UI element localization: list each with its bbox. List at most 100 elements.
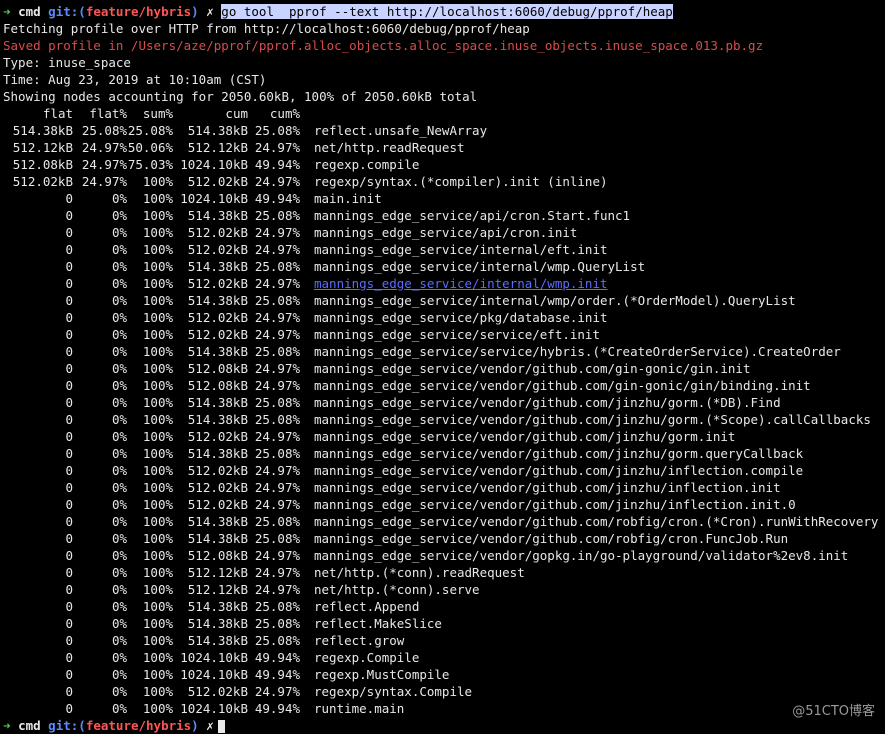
table-row: 0 0% 100% 512.02kB 24.97% mannings_edge_servi… bbox=[3, 326, 885, 343]
cell-function-name[interactable]: mannings_edge_service/internal/wmp.init bbox=[300, 275, 608, 292]
cell-function-name: mannings_edge_service/vendor/gopkg.in/go… bbox=[314, 548, 849, 563]
cell-cum-pct: 24.97% bbox=[254, 684, 300, 699]
cell-flat: 514.38kB bbox=[12, 123, 73, 138]
cell-function-name: regexp/syntax.Compile bbox=[314, 684, 473, 699]
cell-flat: 0 bbox=[65, 650, 73, 665]
cell-sum-pct: 100% bbox=[142, 395, 173, 410]
table-row: 512.12kB 24.97% 50.06% 512.12kB 24.97% net/ht… bbox=[3, 139, 885, 156]
cell-sum-pct: 25.08% bbox=[127, 123, 173, 138]
cell-function-name: mannings_edge_service/pkg/database.init bbox=[314, 310, 608, 325]
cell-flat-pct: 0% bbox=[111, 259, 127, 274]
cell-flat-pct: 0% bbox=[111, 599, 127, 614]
cell-function-name: mannings_edge_service/vendor/github.com/… bbox=[314, 531, 789, 546]
cell-cum-pct: 24.97% bbox=[254, 582, 300, 597]
header-cum-pct: cum% bbox=[269, 106, 300, 121]
cell-function-name: mannings_edge_service/vendor/github.com/… bbox=[314, 446, 804, 461]
cell-flat-pct: 0% bbox=[111, 327, 127, 342]
cell-sum-pct: 100% bbox=[142, 565, 173, 580]
cell-flat: 0 bbox=[65, 395, 73, 410]
prompt-arrow-icon: ➜ bbox=[3, 4, 11, 19]
cell-flat-pct: 24.97% bbox=[81, 157, 127, 172]
cell-sum-pct: 100% bbox=[142, 616, 173, 631]
cell-cum: 512.02kB bbox=[187, 684, 248, 699]
terminal[interactable]: ➜ cmd git:(feature/hybris) ✗ go tool ppr… bbox=[3, 3, 885, 734]
table-row: 0 0% 100% 512.08kB 24.97% mannings_edge_servi… bbox=[3, 547, 885, 564]
cell-cum-pct: 24.97% bbox=[254, 327, 300, 342]
cell-flat: 0 bbox=[65, 293, 73, 308]
cell-cum: 512.02kB bbox=[187, 174, 248, 189]
cell-cum-pct: 24.97% bbox=[254, 378, 300, 393]
cell-cum: 512.02kB bbox=[187, 310, 248, 325]
cell-cum-pct: 24.97% bbox=[254, 480, 300, 495]
terminal-cursor[interactable] bbox=[217, 720, 225, 733]
cell-sum-pct: 100% bbox=[142, 242, 173, 257]
cell-flat: 512.12kB bbox=[12, 140, 73, 155]
table-row: 0 0% 100% 514.38kB 25.08% mannings_edge_servi… bbox=[3, 292, 885, 309]
cell-cum-pct: 24.97% bbox=[254, 565, 300, 580]
command-text-selected[interactable]: go tool pprof --text http://localhost:60… bbox=[221, 4, 673, 19]
cell-cum-pct: 25.08% bbox=[254, 412, 300, 427]
cell-cum-pct: 24.97% bbox=[254, 310, 300, 325]
cell-cum: 514.38kB bbox=[187, 395, 248, 410]
cell-function-name: mannings_edge_service/vendor/github.com/… bbox=[314, 395, 781, 410]
cell-sum-pct: 100% bbox=[142, 259, 173, 274]
cell-flat-pct: 0% bbox=[111, 480, 127, 495]
cell-flat: 0 bbox=[65, 701, 73, 716]
cell-flat-pct: 0% bbox=[111, 463, 127, 478]
cell-flat: 0 bbox=[65, 514, 73, 529]
cell-cum: 514.38kB bbox=[187, 344, 248, 359]
cell-function-name: mannings_edge_service/internal/eft.init bbox=[314, 242, 608, 257]
cell-function-name: reflect.unsafe_NewArray bbox=[314, 123, 488, 138]
watermark: @51CTO博客 bbox=[792, 704, 875, 719]
cell-flat-pct: 0% bbox=[111, 701, 127, 716]
cell-flat: 512.02kB bbox=[12, 174, 73, 189]
cell-cum: 1024.10kB bbox=[180, 650, 248, 665]
table-row: 0 0% 100% 514.38kB 25.08% mannings_edge_servi… bbox=[3, 530, 885, 547]
cell-function-name: reflect.grow bbox=[314, 633, 405, 648]
cell-function-name: mannings_edge_service/api/cron.init bbox=[314, 225, 578, 240]
cell-cum: 514.38kB bbox=[187, 514, 248, 529]
cell-sum-pct: 100% bbox=[142, 225, 173, 240]
cell-flat: 0 bbox=[65, 242, 73, 257]
table-row: 0 0% 100% 514.38kB 25.08% mannings_edge_servi… bbox=[3, 343, 885, 360]
cell-cum-pct: 49.94% bbox=[254, 701, 300, 716]
cell-cum: 512.08kB bbox=[187, 361, 248, 376]
prompt-cwd: cmd bbox=[18, 718, 41, 733]
cell-flat-pct: 0% bbox=[111, 242, 127, 257]
cell-sum-pct: 100% bbox=[142, 191, 173, 206]
cell-function-name: mannings_edge_service/vendor/github.com/… bbox=[314, 497, 796, 512]
cell-sum-pct: 100% bbox=[142, 531, 173, 546]
cell-flat-pct: 0% bbox=[111, 497, 127, 512]
cell-flat: 0 bbox=[65, 225, 73, 240]
cell-flat: 0 bbox=[65, 582, 73, 597]
cell-flat-pct: 0% bbox=[111, 565, 127, 580]
cell-function-name: net/http.readRequest bbox=[314, 140, 465, 155]
cell-cum-pct: 24.97% bbox=[254, 174, 300, 189]
cell-flat: 0 bbox=[65, 208, 73, 223]
cell-flat-pct: 0% bbox=[111, 225, 127, 240]
cell-flat-pct: 0% bbox=[111, 548, 127, 563]
table-row: 0 0% 100% 1024.10kB 49.94% regexp.MustCompile bbox=[3, 666, 885, 683]
cell-sum-pct: 100% bbox=[142, 548, 173, 563]
cell-cum-pct: 25.08% bbox=[254, 395, 300, 410]
cell-cum: 512.02kB bbox=[187, 429, 248, 444]
cell-cum: 512.02kB bbox=[187, 480, 248, 495]
cell-flat: 0 bbox=[65, 378, 73, 393]
cell-flat-pct: 0% bbox=[111, 276, 127, 291]
cell-cum-pct: 25.08% bbox=[254, 633, 300, 648]
cell-flat-pct: 0% bbox=[111, 650, 127, 665]
prompt-git-suffix: ) bbox=[191, 4, 199, 19]
cell-flat: 0 bbox=[65, 531, 73, 546]
cell-cum: 514.38kB bbox=[187, 123, 248, 138]
cell-cum-pct: 25.08% bbox=[254, 446, 300, 461]
cell-sum-pct: 100% bbox=[142, 412, 173, 427]
cell-function-name: mannings_edge_service/service/eft.init bbox=[314, 327, 600, 342]
cell-flat-pct: 0% bbox=[111, 446, 127, 461]
cell-sum-pct: 100% bbox=[142, 378, 173, 393]
table-row: 0 0% 100% 514.38kB 25.08% reflect.grow bbox=[3, 632, 885, 649]
cell-cum-pct: 25.08% bbox=[254, 208, 300, 223]
cell-cum: 512.02kB bbox=[187, 225, 248, 240]
cell-flat: 0 bbox=[65, 667, 73, 682]
cell-flat-pct: 0% bbox=[111, 208, 127, 223]
cell-flat: 0 bbox=[65, 599, 73, 614]
